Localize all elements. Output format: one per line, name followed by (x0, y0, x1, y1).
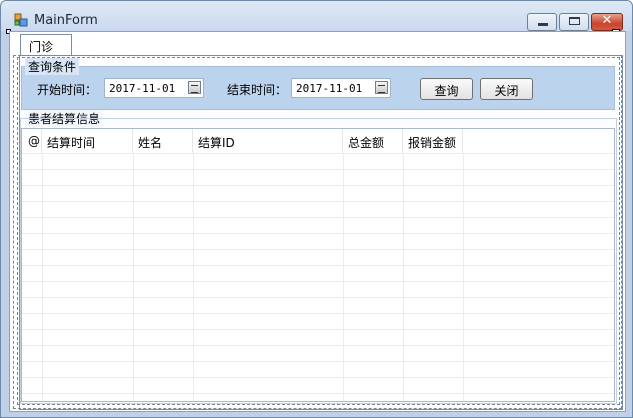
grid-column-divider (193, 153, 194, 401)
end-date-value: 2017-11-01 (296, 82, 363, 95)
maximize-icon (569, 17, 580, 25)
start-date-picker[interactable]: 2017-11-01 (104, 78, 204, 98)
main-window: MainForm ✕ 门诊 查询条件 开始时间： 2017-11-01 结束时间… (0, 0, 633, 418)
column-header-settle-id[interactable]: 结算ID (193, 129, 343, 153)
grid-column-divider (403, 153, 404, 401)
grid-column-divider (133, 153, 134, 401)
column-header-row-indicator[interactable]: @ (22, 129, 42, 153)
grid-body[interactable] (22, 153, 614, 401)
title-bar[interactable]: MainForm ✕ (1, 1, 632, 31)
column-header-settle-time[interactable]: 结算时间 (42, 129, 133, 153)
grid-column-divider (463, 153, 464, 401)
column-header-name[interactable]: 姓名 (133, 129, 193, 153)
calendar-icon[interactable] (375, 81, 388, 94)
close-form-button[interactable]: 关闭 (480, 78, 533, 100)
close-icon: ✕ (601, 13, 613, 28)
grid-header: @ 结算时间 姓名 结算ID 总金额 报销金额 (22, 129, 614, 154)
start-time-label: 开始时间： (37, 83, 98, 97)
end-time-label: 结束时间： (227, 83, 288, 97)
tab-outpatient[interactable]: 门诊 (20, 34, 72, 56)
settlement-grid[interactable]: @ 结算时间 姓名 结算ID 总金额 报销金额 (21, 128, 615, 402)
query-button[interactable]: 查询 (420, 78, 473, 100)
start-date-value: 2017-11-01 (109, 82, 176, 95)
maximize-button[interactable] (559, 13, 589, 31)
grid-column-divider (42, 153, 43, 401)
grid-column-divider (343, 153, 344, 401)
column-header-reimburse-amount[interactable]: 报销金额 (403, 129, 463, 153)
end-date-picker[interactable]: 2017-11-01 (291, 78, 391, 98)
minimize-icon (538, 23, 548, 26)
window-title: MainForm (34, 13, 98, 28)
query-group-legend: 查询条件 (25, 58, 80, 75)
app-icon (14, 13, 28, 27)
minimize-button[interactable] (527, 13, 557, 31)
column-header-total-amount[interactable]: 总金额 (343, 129, 403, 153)
calendar-icon[interactable] (188, 81, 201, 94)
query-groupbox: 查询条件 开始时间： 2017-11-01 结束时间： 2017-11-01 查… (21, 58, 615, 110)
